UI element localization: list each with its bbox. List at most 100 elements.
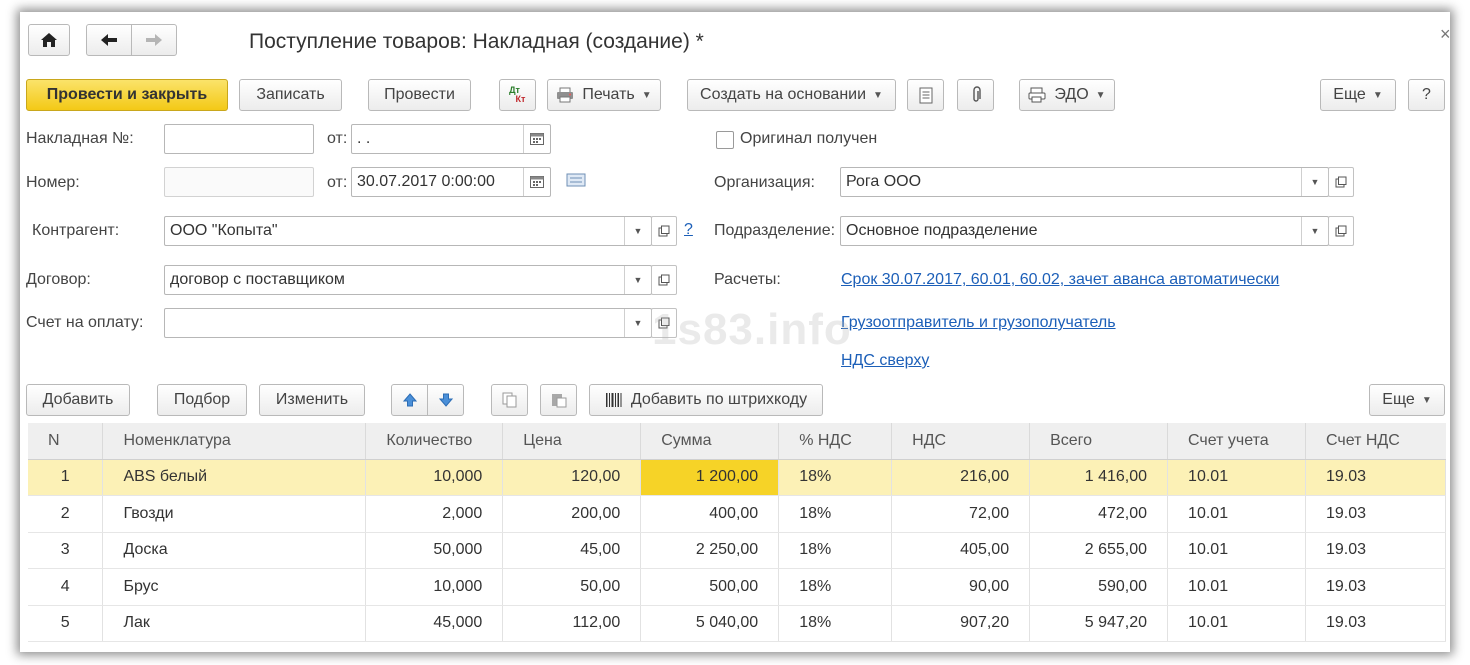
cell-account[interactable]: 10.01 (1167, 605, 1306, 642)
cell-vat-rate[interactable]: 18% (778, 568, 893, 606)
cell-price[interactable]: 112,00 (502, 605, 642, 642)
cell-account[interactable]: 10.01 (1167, 459, 1306, 496)
column-header-account[interactable]: Счет учета (1167, 423, 1306, 460)
cell-total[interactable]: 472,00 (1029, 495, 1169, 533)
cell-quantity[interactable]: 10,000 (365, 459, 504, 496)
dt-kt-button[interactable]: Дт Кт (499, 79, 536, 111)
column-header-vat[interactable]: НДС (891, 423, 1031, 460)
cell-vat-account[interactable]: 19.03 (1305, 459, 1447, 496)
cell-total[interactable]: 590,00 (1029, 568, 1169, 606)
cell-nomenclature[interactable]: Доска (102, 532, 367, 569)
cell-quantity[interactable]: 50,000 (365, 532, 504, 569)
cell-nomenclature[interactable]: ABS белый (102, 459, 367, 496)
number-input[interactable] (164, 167, 314, 197)
help-button[interactable]: ? (1408, 79, 1445, 111)
cell-vat[interactable]: 90,00 (891, 568, 1031, 606)
cell-sum[interactable]: 2 250,00 (640, 532, 780, 569)
cell-total[interactable]: 2 655,00 (1029, 532, 1169, 569)
forward-button[interactable] (131, 24, 177, 56)
date-input[interactable]: 30.07.2017 0:00:00 (351, 167, 551, 197)
back-button[interactable] (86, 24, 132, 56)
chevron-down-icon[interactable]: ▼ (624, 217, 651, 245)
original-received-checkbox[interactable] (716, 131, 734, 149)
vat-on-top-link[interactable]: НДС сверху (841, 352, 929, 370)
comment-icon[interactable] (566, 173, 586, 192)
invoice-date-input[interactable]: . . (351, 124, 551, 154)
print-button[interactable]: Печать ▼ (547, 79, 661, 111)
cell-vat[interactable]: 216,00 (891, 459, 1031, 496)
cell-vat-rate[interactable]: 18% (778, 459, 893, 496)
cell-quantity[interactable]: 10,000 (365, 568, 504, 606)
cell-quantity[interactable]: 2,000 (365, 495, 504, 533)
add-by-barcode-button[interactable]: Добавить по штрихкоду (589, 384, 823, 416)
organization-open-button[interactable] (1328, 167, 1354, 197)
contract-input[interactable]: договор с поставщиком ▼ (164, 265, 652, 295)
cell-vat-account[interactable]: 19.03 (1305, 532, 1447, 569)
cell-nomenclature[interactable]: Лак (102, 605, 367, 642)
add-row-button[interactable]: Добавить (26, 384, 130, 416)
table-row[interactable]: 4 Брус 10,000 50,00 500,00 18% 90,00 590… (28, 568, 1447, 606)
column-header-vat-rate[interactable]: % НДС (778, 423, 893, 460)
cell-nomenclature[interactable]: Брус (102, 568, 367, 606)
calendar-icon[interactable] (523, 125, 550, 153)
chevron-down-icon[interactable]: ▼ (624, 309, 651, 337)
chevron-down-icon[interactable]: ▼ (1301, 168, 1328, 196)
cell-vat[interactable]: 72,00 (891, 495, 1031, 533)
copy-button[interactable] (491, 384, 528, 416)
cell-vat[interactable]: 405,00 (891, 532, 1031, 569)
cell-price[interactable]: 200,00 (502, 495, 642, 533)
cell-vat-rate[interactable]: 18% (778, 532, 893, 569)
table-row[interactable]: 5 Лак 45,000 112,00 5 040,00 18% 907,20 … (28, 605, 1447, 642)
create-based-on-button[interactable]: Создать на основании ▼ (687, 79, 896, 111)
cell-sum[interactable]: 1 200,00 (640, 459, 780, 496)
move-up-button[interactable] (391, 384, 428, 416)
cell-account[interactable]: 10.01 (1167, 532, 1306, 569)
save-button[interactable]: Записать (239, 79, 342, 111)
column-header-nomenclature[interactable]: Номенклатура (102, 423, 367, 460)
cell-vat-account[interactable]: 19.03 (1305, 605, 1447, 642)
table-row[interactable]: 1 ABS белый 10,000 120,00 1 200,00 18% 2… (28, 459, 1447, 496)
cell-quantity[interactable]: 45,000 (365, 605, 504, 642)
division-open-button[interactable] (1328, 216, 1354, 246)
cell-total[interactable]: 5 947,20 (1029, 605, 1169, 642)
table-row[interactable]: 2 Гвозди 2,000 200,00 400,00 18% 72,00 4… (28, 495, 1447, 533)
counterparty-open-button[interactable] (651, 216, 677, 246)
cell-vat-rate[interactable]: 18% (778, 605, 893, 642)
report-button[interactable] (907, 79, 944, 111)
chevron-down-icon[interactable]: ▼ (624, 266, 651, 294)
move-down-button[interactable] (427, 384, 464, 416)
more-button[interactable]: Еще ▼ (1320, 79, 1396, 111)
table-row[interactable]: 3 Доска 50,000 45,00 2 250,00 18% 405,00… (28, 532, 1447, 569)
cell-account[interactable]: 10.01 (1167, 495, 1306, 533)
column-header-total[interactable]: Всего (1029, 423, 1169, 460)
counterparty-input[interactable]: ООО "Копыта" ▼ (164, 216, 652, 246)
cell-price[interactable]: 120,00 (502, 459, 642, 496)
cell-vat-rate[interactable]: 18% (778, 495, 893, 533)
cell-vat-account[interactable]: 19.03 (1305, 495, 1447, 533)
edit-button[interactable]: Изменить (259, 384, 365, 416)
column-header-quantity[interactable]: Количество (365, 423, 504, 460)
cell-vat[interactable]: 907,20 (891, 605, 1031, 642)
post-and-close-button[interactable]: Провести и закрыть (26, 79, 228, 111)
organization-input[interactable]: Рога ООО ▼ (840, 167, 1329, 197)
cell-sum[interactable]: 5 040,00 (640, 605, 780, 642)
attach-button[interactable] (957, 79, 994, 111)
column-header-sum[interactable]: Сумма (640, 423, 780, 460)
contract-open-button[interactable] (651, 265, 677, 295)
calendar-icon[interactable] (523, 168, 550, 196)
cell-account[interactable]: 10.01 (1167, 568, 1306, 606)
close-icon[interactable]: × (1440, 24, 1450, 45)
paste-button[interactable] (540, 384, 577, 416)
cell-nomenclature[interactable]: Гвозди (102, 495, 367, 533)
post-button[interactable]: Провести (368, 79, 471, 111)
column-header-price[interactable]: Цена (502, 423, 642, 460)
chevron-down-icon[interactable]: ▼ (1301, 217, 1328, 245)
column-header-n[interactable]: N (28, 423, 104, 460)
counterparty-help-link[interactable]: ? (684, 221, 693, 239)
column-header-vat-account[interactable]: Счет НДС (1305, 423, 1446, 460)
edo-button[interactable]: ЭДО ▼ (1019, 79, 1115, 111)
settlements-link[interactable]: Срок 30.07.2017, 60.01, 60.02, зачет ава… (841, 271, 1279, 289)
table-more-button[interactable]: Еще ▼ (1369, 384, 1445, 416)
cell-price[interactable]: 50,00 (502, 568, 642, 606)
cell-sum[interactable]: 500,00 (640, 568, 780, 606)
